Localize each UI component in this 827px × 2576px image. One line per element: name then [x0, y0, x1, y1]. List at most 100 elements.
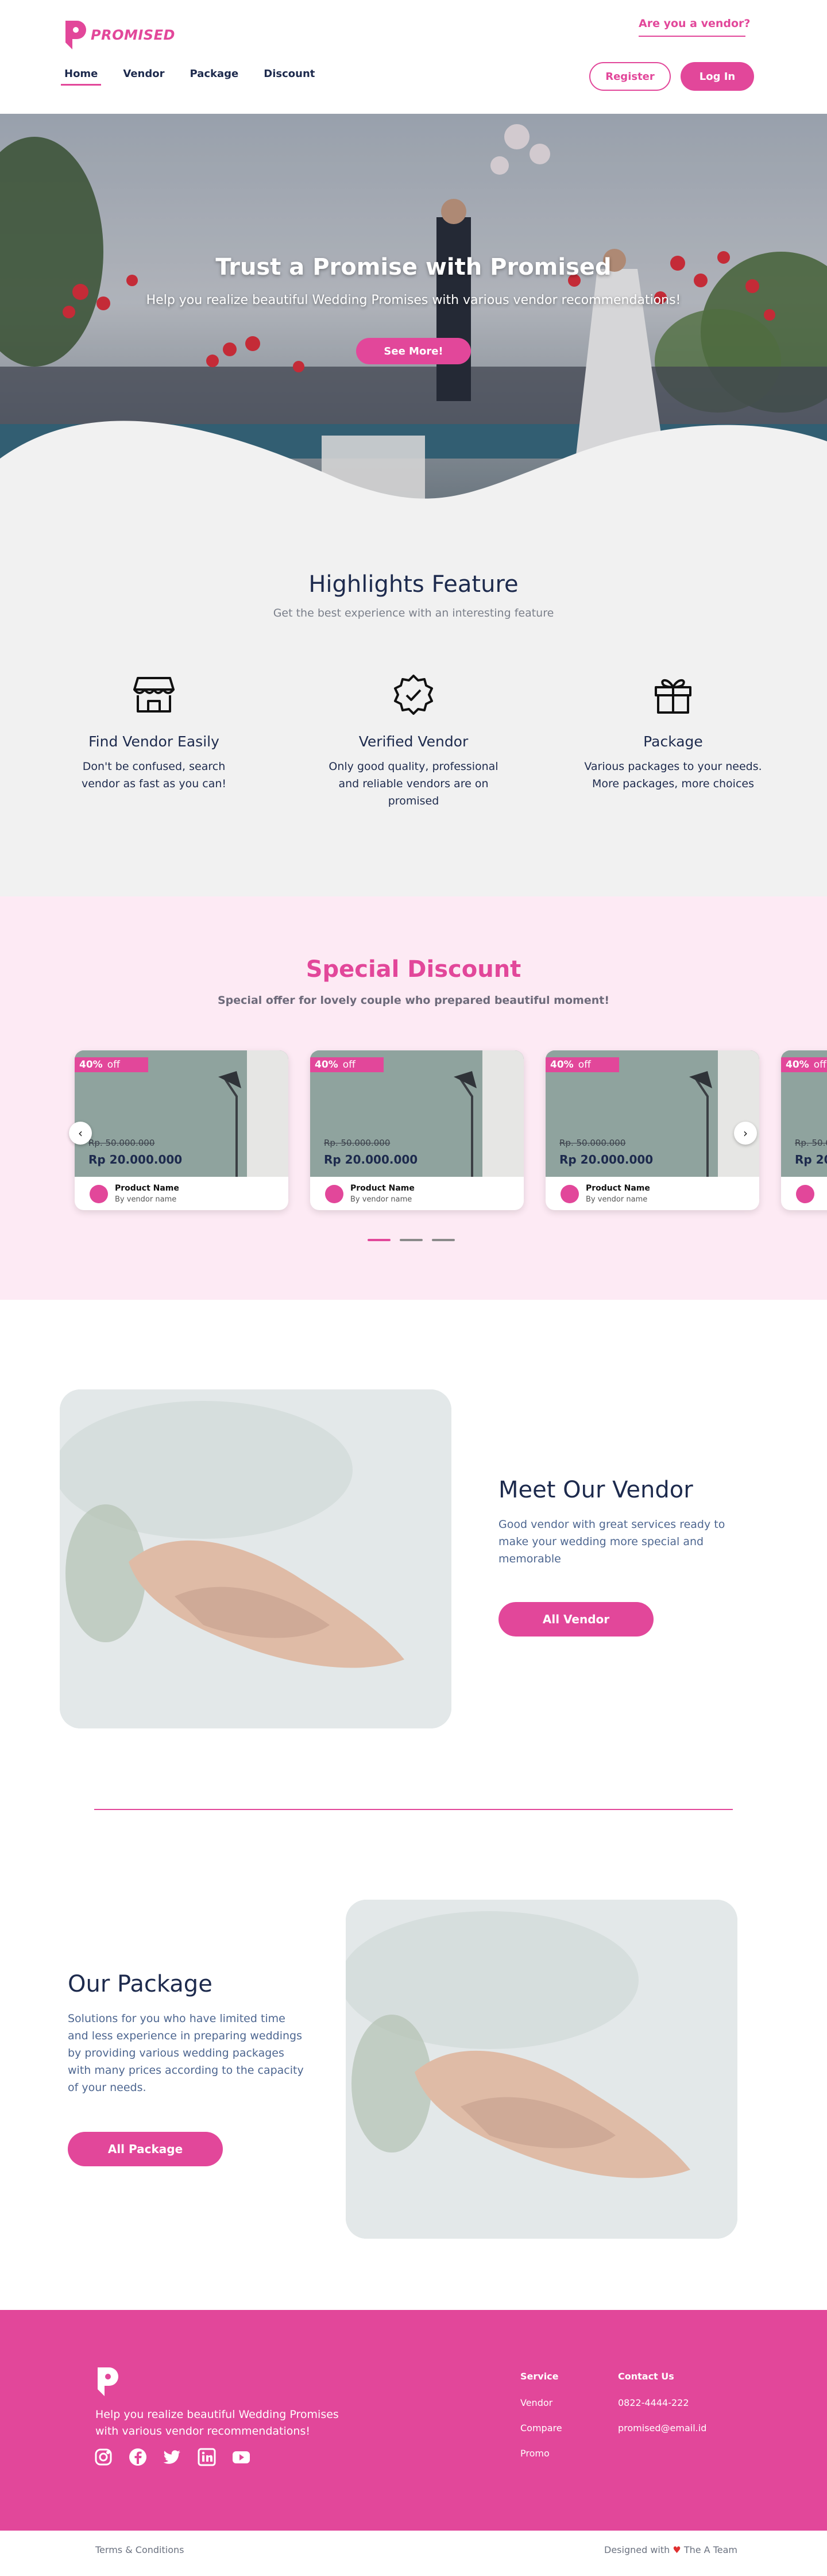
discount-percent: 40% [786, 1059, 809, 1071]
footer-link-vendor[interactable]: Vendor [520, 2397, 552, 2408]
highlights-title: Highlights Feature [308, 571, 519, 598]
register-button[interactable]: Register [589, 62, 671, 91]
all-package-button[interactable]: All Package [68, 2132, 223, 2166]
carousel-next-button[interactable]: › [734, 1122, 757, 1145]
all-vendor-button[interactable]: All Vendor [498, 1602, 654, 1637]
product-name: Product Name [115, 1184, 179, 1193]
discount-off-label: off [107, 1059, 120, 1071]
nav-package[interactable]: Package [190, 68, 239, 86]
footer-link-promo[interactable]: Promo [520, 2448, 550, 2459]
vendor-avatar [796, 1185, 814, 1203]
feature-find-vendor: Find Vendor Easily Don't be confused, se… [62, 675, 246, 792]
carousel-dot[interactable] [400, 1239, 423, 1241]
brand-name: PROMISED [91, 27, 175, 43]
bottom-bar: Terms & Conditions Designed with ♥ The A… [0, 2531, 827, 2576]
highlights-section: Highlights Feature Get the best experien… [0, 534, 827, 896]
header: PROMISED Are you a vendor? Home Vendor P… [0, 0, 827, 114]
discount-off-label: off [813, 1059, 826, 1071]
vendor-text: Good vendor with great services ready to… [498, 1518, 725, 1565]
vendor-avatar [325, 1185, 343, 1203]
login-button[interactable]: Log In [681, 62, 754, 91]
footer: Help you realize beautiful Wedding Promi… [0, 2310, 827, 2531]
footer-logo-icon[interactable] [94, 2365, 119, 2398]
discount-badge: 40% off [310, 1057, 384, 1072]
package-photo [346, 1900, 737, 2239]
see-more-button[interactable]: See More! [356, 338, 471, 364]
feature-title: Verified Vendor [358, 733, 469, 750]
footer-link-compare[interactable]: Compare [520, 2423, 562, 2433]
discount-percent: 40% [550, 1059, 574, 1071]
discount-percent: 40% [79, 1059, 103, 1071]
discount-card[interactable]: 40% off Rp. 50.000.000 Rp 20.000.000 Prod… [546, 1050, 759, 1210]
section-divider [94, 1809, 733, 1810]
nav-home[interactable]: Home [60, 68, 102, 86]
nav-discount[interactable]: Discount [264, 68, 315, 86]
vendor-link-underline [639, 36, 745, 37]
footer-tagline: Help you realize beautiful Wedding Promi… [95, 2408, 339, 2438]
feature-title: Package [643, 733, 703, 750]
discount-badge: 40% off [75, 1057, 148, 1072]
price: Rp 20.000.000 [795, 1153, 827, 1166]
price: Rp 20.000.000 [324, 1153, 418, 1166]
hero-subtitle: Help you realize beautiful Wedding Promi… [146, 293, 681, 307]
old-price: Rp. 50.000.000 [795, 1138, 827, 1148]
discount-title: Special Discount [306, 956, 521, 983]
contact-heading: Contact Us [618, 2371, 674, 2382]
credit-prefix: Designed with [604, 2544, 670, 2555]
package-title: Our Package [68, 1971, 212, 1997]
vendor-photo [60, 1389, 451, 1728]
feature-text: Only good quality, professional and reli… [329, 760, 498, 807]
discount-card[interactable]: 40% off Rp. 50.000.000 Rp 20.000.000 [781, 1050, 827, 1210]
facebook-icon[interactable] [129, 2448, 147, 2466]
feature-package: Package Various packages to your needs. … [581, 675, 765, 792]
logo[interactable]: PROMISED [62, 18, 175, 52]
linkedin-icon[interactable] [198, 2448, 216, 2466]
carousel-prev-button[interactable]: ‹ [69, 1122, 92, 1145]
discount-subtitle: Special offer for lovely couple who prep… [218, 994, 609, 1007]
terms-link[interactable]: Terms & Conditions [95, 2544, 184, 2555]
youtube-icon[interactable] [232, 2448, 250, 2466]
vendor-name: By vendor name [115, 1195, 177, 1204]
nav-vendor[interactable]: Vendor [123, 68, 164, 86]
discount-off-label: off [342, 1059, 355, 1071]
credit-team: The A Team [683, 2544, 737, 2555]
vendor-title: Meet Our Vendor [498, 1477, 693, 1503]
old-price: Rp. 50.000.000 [559, 1138, 626, 1148]
design-credit: Designed with ♥ The A Team [604, 2544, 737, 2555]
contact-phone[interactable]: 0822-4444-222 [618, 2397, 689, 2408]
old-price: Rp. 50.000.000 [88, 1138, 155, 1148]
product-name: Product Name [350, 1184, 415, 1193]
discount-card[interactable]: 40% off Rp. 50.000.000 Rp 20.000.000 Prod… [310, 1050, 524, 1210]
vendor-avatar [561, 1185, 579, 1203]
discount-card[interactable]: 40% off Rp. 50.000.000 Rp 20.000.000 Prod… [75, 1050, 288, 1210]
store-icon [133, 677, 175, 713]
are-you-vendor-link[interactable]: Are you a vendor? [639, 17, 750, 30]
package-text: Solutions for you who have limited time … [68, 2012, 304, 2094]
feature-verified-vendor: Verified Vendor Only good quality, profe… [322, 675, 505, 810]
discount-off-label: off [578, 1059, 591, 1071]
vendor-avatar [90, 1185, 108, 1203]
contact-email[interactable]: promised@email.id [618, 2423, 706, 2433]
logo-icon [65, 21, 86, 49]
heart-icon: ♥ [673, 2544, 681, 2555]
vendor-name: By vendor name [350, 1195, 412, 1204]
twitter-icon[interactable] [163, 2448, 181, 2466]
feature-text: Various packages to your needs. More pac… [584, 760, 762, 790]
discount-badge: 40% off [546, 1057, 619, 1072]
page: PROMISED Are you a vendor? Home Vendor P… [0, 0, 827, 2576]
carousel-dot[interactable] [432, 1239, 455, 1241]
discount-percent: 40% [315, 1059, 338, 1071]
feature-text: Don't be confused, search vendor as fast… [81, 760, 227, 790]
discount-section: Special Discount Special offer for lovel… [0, 896, 827, 1300]
main-nav: Home Vendor Package Discount [60, 68, 340, 86]
hero-wedding-photo [0, 114, 827, 534]
service-heading: Service [520, 2371, 559, 2382]
verified-badge-icon [394, 675, 433, 715]
feature-title: Find Vendor Easily [88, 733, 219, 750]
hero-banner: Trust a Promise with Promised Help you r… [0, 114, 827, 534]
carousel-dot[interactable] [368, 1239, 391, 1241]
discount-badge: 40% off [781, 1057, 827, 1072]
old-price: Rp. 50.000.000 [324, 1138, 391, 1148]
product-name: Product Name [586, 1184, 650, 1193]
instagram-icon[interactable] [94, 2448, 113, 2466]
